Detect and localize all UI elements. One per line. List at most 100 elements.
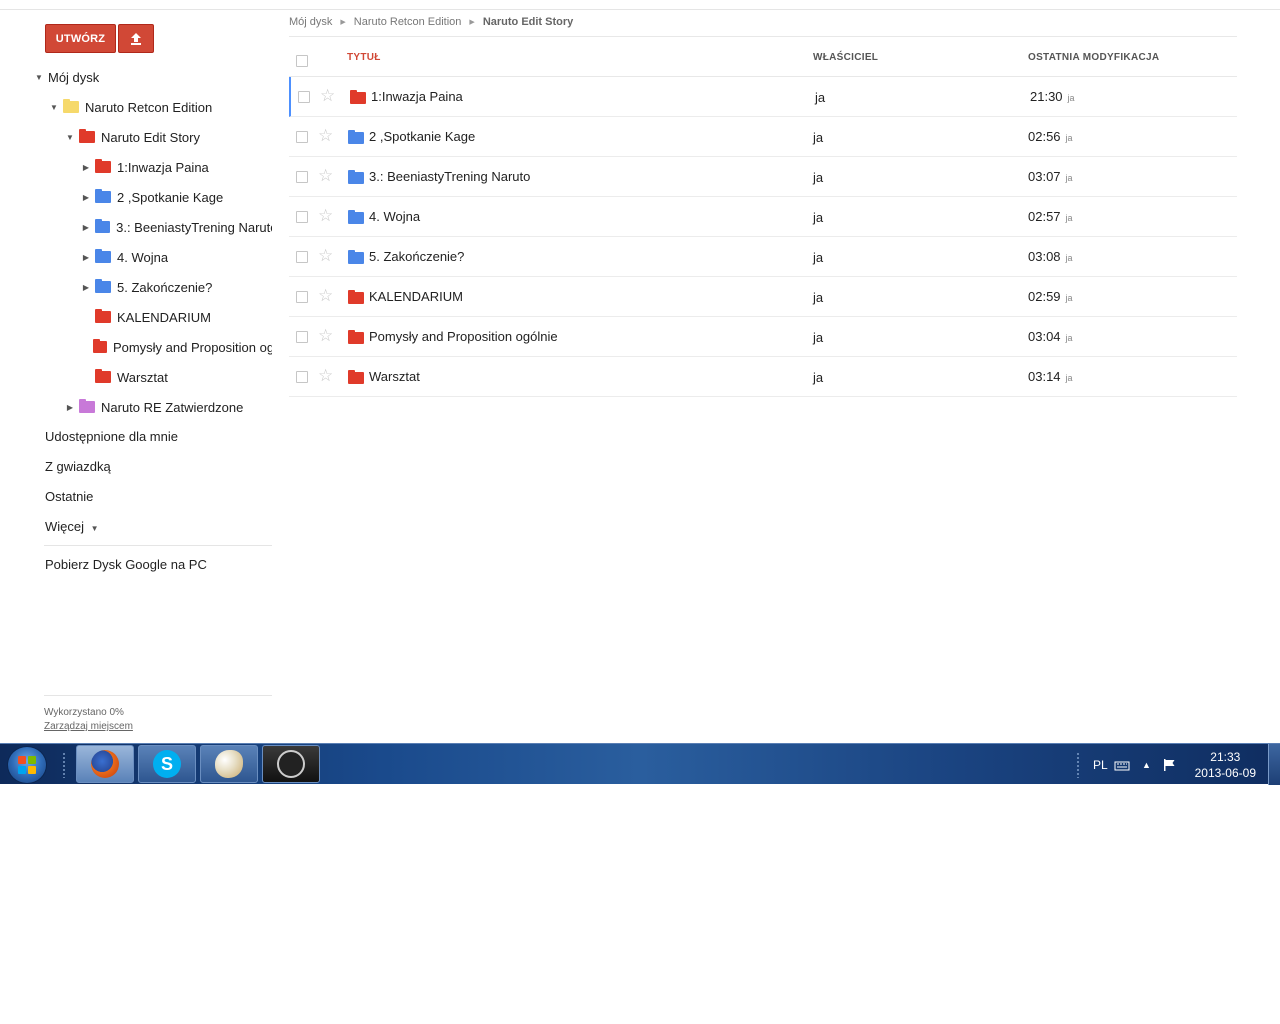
column-title[interactable]: TYTUŁ (347, 52, 381, 63)
tray-expand-icon[interactable]: ▲ (1142, 744, 1151, 785)
table-row[interactable]: ☆ KALENDARIUM ja 02:59 ja (289, 277, 1237, 317)
table-row[interactable]: ☆ 3.: BeeniastyTrening Naruto ja 03:07 ja (289, 157, 1237, 197)
row-owner: ja (813, 290, 824, 305)
row-checkbox[interactable] (296, 131, 308, 143)
row-checkbox[interactable] (296, 251, 308, 263)
row-title[interactable]: Pomysły and Proposition ogólnie (369, 329, 558, 344)
folder-icon (63, 99, 79, 113)
nav-recent[interactable]: Ostatnie (45, 489, 93, 504)
column-modified[interactable]: OSTATNIA MODYFIKACJA (1028, 52, 1159, 63)
sidebar-tree-item[interactable]: ▼ Naruto Retcon Edition (0, 92, 272, 122)
row-checkbox[interactable] (296, 291, 308, 303)
star-icon[interactable]: ☆ (318, 246, 333, 266)
select-all-checkbox[interactable] (296, 55, 308, 67)
row-title[interactable]: 4. Wojna (369, 209, 420, 224)
chevron-right-icon: ▶ (340, 19, 346, 26)
folder-icon (350, 90, 366, 104)
row-checkbox[interactable] (296, 211, 308, 223)
sidebar-tree-item[interactable]: ▶ Naruto RE Zatwierdzone (0, 392, 272, 422)
row-title[interactable]: Warsztat (369, 369, 420, 384)
row-modified: 03:04 ja (1028, 329, 1073, 344)
folder-icon (348, 250, 364, 264)
star-icon[interactable]: ☆ (320, 86, 335, 106)
expand-down-icon[interactable]: ▼ (65, 133, 75, 142)
sidebar-tree-label: 3.: BeeniastyTrening Naruto (116, 219, 272, 235)
taskbar-clock[interactable]: 21:33 2013-06-09 (1195, 749, 1256, 781)
expand-right-icon[interactable]: ▶ (81, 223, 91, 232)
column-owner[interactable]: WŁAŚCICIEL (813, 52, 878, 63)
row-modified-time: 02:57 (1028, 209, 1061, 224)
star-icon[interactable]: ☆ (318, 206, 333, 226)
star-icon[interactable]: ☆ (318, 366, 333, 386)
taskbar-steam[interactable] (262, 745, 320, 783)
nav-more[interactable]: Więcej ▼ (45, 519, 99, 534)
star-icon[interactable]: ☆ (318, 166, 333, 186)
sidebar-tree-item[interactable]: ▶ 1:Inwazja Paina (0, 152, 272, 182)
sidebar-tree-item[interactable]: ▶ 3.: BeeniastyTrening Naruto (0, 212, 272, 242)
table-row[interactable]: ☆ Pomysły and Proposition ogólnie ja 03:04 j… (289, 317, 1237, 357)
sidebar-item-my-drive[interactable]: ▼ Mój dysk (0, 62, 272, 92)
row-owner: ja (813, 170, 824, 185)
start-button[interactable] (7, 746, 47, 784)
row-title[interactable]: 5. Zakończenie? (369, 249, 464, 264)
sidebar-tree-item[interactable]: KALENDARIUM (0, 302, 272, 332)
taskbar-paint[interactable] (200, 745, 258, 783)
nav-starred[interactable]: Z gwiazdką (45, 459, 111, 474)
show-desktop-button[interactable] (1268, 744, 1280, 785)
row-title[interactable]: 3.: BeeniastyTrening Naruto (369, 169, 530, 184)
tray-gripper[interactable] (1076, 752, 1080, 778)
sidebar-tree-item[interactable]: ▶ 2 ,Spotkanie Kage (0, 182, 272, 212)
sidebar-tree-item[interactable]: ▶ 4. Wojna (0, 242, 272, 272)
sidebar: UTWÓRZ ▼ Mój dysk ▼ Naruto Retcon Edition ▼ N… (0, 10, 280, 743)
row-owner: ja (813, 210, 824, 225)
row-modified-time: 02:56 (1028, 129, 1061, 144)
row-checkbox[interactable] (296, 331, 308, 343)
row-checkbox[interactable] (296, 371, 308, 383)
manage-storage-link[interactable]: Zarządzaj miejscem (44, 721, 133, 732)
folder-icon (95, 279, 111, 293)
sidebar-tree-item[interactable]: Warsztat (0, 362, 272, 392)
row-title[interactable]: 1:Inwazja Paina (371, 89, 463, 104)
folder-icon (95, 159, 111, 173)
table-row[interactable]: ☆ 2 ,Spotkanie Kage ja 02:56 ja (289, 117, 1237, 157)
row-modified-by: ja (1065, 213, 1073, 223)
row-title[interactable]: KALENDARIUM (369, 289, 463, 304)
sidebar-tree-item[interactable]: Pomysły and Proposition ogólnie (0, 332, 272, 362)
breadcrumb-item-my-drive[interactable]: Mój dysk (289, 16, 332, 28)
table-row[interactable]: ☆ 4. Wojna ja 02:57 ja (289, 197, 1237, 237)
expand-right-icon[interactable]: ▶ (81, 193, 91, 202)
table-row[interactable]: ☆ 1:Inwazja Paina ja 21:30 ja (289, 77, 1237, 117)
taskbar-gripper[interactable] (62, 752, 66, 778)
table-row[interactable]: ☆ Warsztat ja 03:14 ja (289, 357, 1237, 397)
create-button[interactable]: UTWÓRZ (45, 24, 116, 53)
row-title[interactable]: 2 ,Spotkanie Kage (369, 129, 475, 144)
action-center-flag-icon[interactable] (1162, 744, 1178, 785)
nav-shared-with-me[interactable]: Udostępnione dla mnie (45, 429, 178, 444)
download-drive-link[interactable]: Pobierz Dysk Google na PC (45, 557, 207, 572)
star-icon[interactable]: ☆ (318, 326, 333, 346)
breadcrumb-item-retcon[interactable]: Naruto Retcon Edition (354, 16, 462, 28)
keyboard-icon[interactable] (1114, 744, 1130, 785)
upload-button[interactable] (118, 24, 154, 53)
row-owner: ja (813, 330, 824, 345)
steam-icon (277, 750, 305, 778)
expand-right-icon[interactable]: ▶ (65, 403, 75, 412)
sidebar-tree-item[interactable]: ▶ 5. Zakończenie? (0, 272, 272, 302)
expand-right-icon[interactable]: ▶ (81, 163, 91, 172)
quota-divider (44, 695, 272, 696)
row-checkbox[interactable] (296, 171, 308, 183)
taskbar-skype[interactable]: S (138, 745, 196, 783)
row-modified: 03:14 ja (1028, 369, 1073, 384)
star-icon[interactable]: ☆ (318, 126, 333, 146)
row-modified-time: 03:07 (1028, 169, 1061, 184)
taskbar-firefox[interactable] (76, 745, 134, 783)
language-indicator[interactable]: PL (1093, 744, 1108, 785)
row-checkbox[interactable] (298, 91, 310, 103)
expand-down-icon[interactable]: ▼ (34, 73, 44, 82)
sidebar-tree-item[interactable]: ▼ Naruto Edit Story (0, 122, 272, 152)
expand-right-icon[interactable]: ▶ (81, 253, 91, 262)
table-row[interactable]: ☆ 5. Zakończenie? ja 03:08 ja (289, 237, 1237, 277)
star-icon[interactable]: ☆ (318, 286, 333, 306)
expand-right-icon[interactable]: ▶ (81, 283, 91, 292)
expand-down-icon[interactable]: ▼ (49, 103, 59, 112)
